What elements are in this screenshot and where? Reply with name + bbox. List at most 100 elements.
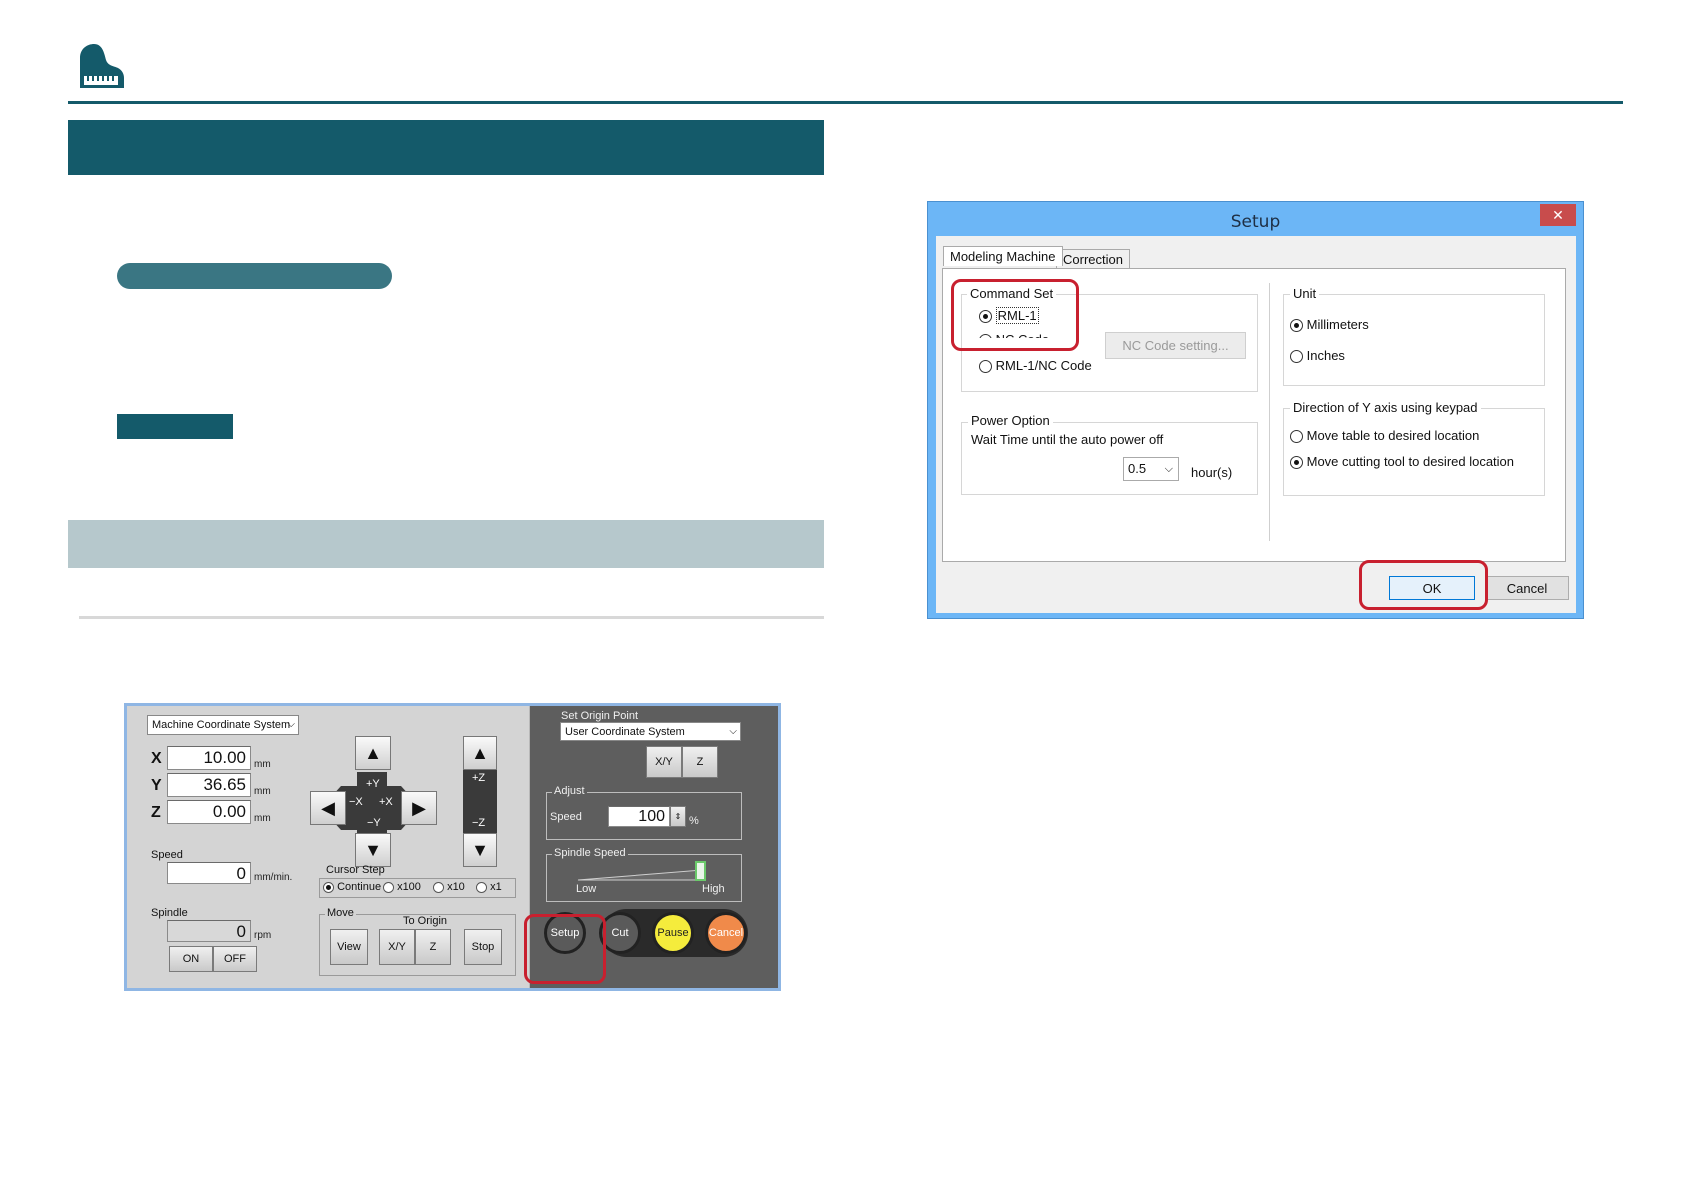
to-origin-label: To Origin — [403, 915, 448, 927]
axis-z-label: Z — [151, 804, 161, 821]
chevron-down-icon: ⌵ — [1164, 463, 1173, 475]
radio-icon — [979, 360, 992, 374]
adjust-speed-label: Speed — [550, 811, 582, 823]
chevron-down-icon: ⌵ — [287, 719, 295, 730]
axis-y-unit: mm — [254, 786, 271, 797]
jog-down-arrow-icon[interactable]: ▼ — [355, 833, 391, 867]
radio-icon — [1290, 430, 1303, 444]
power-option-title: Power Option — [968, 413, 1053, 428]
spindle-speed-slider[interactable] — [578, 860, 710, 884]
vertical-divider — [1269, 283, 1270, 541]
pause-button[interactable]: Pause — [652, 912, 694, 954]
direction-tool-radio[interactable]: Move cutting tool to desired location — [1290, 454, 1515, 470]
radio-selected-icon — [1290, 319, 1303, 333]
dialog-title: Setup — [1230, 212, 1281, 232]
spindle-unit: rpm — [254, 930, 272, 941]
section-bar — [68, 520, 824, 568]
spindle-off-button[interactable]: OFF — [213, 946, 257, 972]
plus-z-label: +Z — [472, 772, 486, 784]
origin-xy-button[interactable]: X/Y — [646, 746, 682, 778]
jog-right-arrow-icon[interactable]: ▶ — [401, 791, 437, 825]
direction-group — [1283, 408, 1545, 496]
cancel-dialog-button[interactable]: Cancel — [1485, 576, 1569, 600]
header-rule — [68, 101, 1623, 104]
note-tag — [117, 414, 233, 439]
move-view-button[interactable]: View — [330, 929, 368, 965]
move-xy-button[interactable]: X/Y — [379, 929, 415, 965]
unit-millimeters-radio[interactable]: Millimeters — [1290, 317, 1369, 333]
direction-tool-label: Move cutting tool to desired location — [1306, 454, 1515, 469]
cursor-step-continue-label: Continue — [337, 881, 382, 893]
unit-group — [1283, 294, 1545, 386]
origin-z-button[interactable]: Z — [682, 746, 718, 778]
tab-correction[interactable]: Correction — [1056, 249, 1130, 269]
move-stop-button[interactable]: Stop — [464, 929, 502, 965]
axis-z-unit: mm — [254, 813, 271, 824]
command-rml1-nc-label: RML-1/NC Code — [995, 358, 1092, 373]
unit-inches-radio[interactable]: Inches — [1290, 348, 1345, 364]
cursor-step-continue[interactable]: Continue — [323, 881, 381, 893]
grand-piano-logo-icon — [78, 44, 124, 88]
low-label: Low — [576, 883, 597, 895]
cursor-step-x100-label: x100 — [397, 881, 421, 893]
plus-y-label: +Y — [366, 778, 380, 790]
cursor-step-x1-label: x1 — [490, 881, 502, 893]
z-down-arrow-icon[interactable]: ▼ — [463, 833, 497, 867]
cursor-step-x100[interactable]: x100 — [383, 881, 421, 893]
adjust-group-title: Adjust — [552, 785, 587, 797]
highlight-ok — [1359, 560, 1488, 610]
spindle-speed-title: Spindle Speed — [552, 847, 628, 859]
speed-stepper-icon[interactable]: ⇕ — [670, 806, 686, 827]
z-up-arrow-icon[interactable]: ▲ — [463, 736, 497, 770]
radio-icon — [433, 881, 444, 893]
jog-up-arrow-icon[interactable]: ▲ — [355, 736, 391, 770]
axis-y-label: Y — [151, 777, 162, 794]
axis-x-value: 10.00 — [167, 746, 251, 770]
adjust-speed-value[interactable]: 100 — [608, 806, 670, 827]
high-label: High — [702, 883, 725, 895]
cursor-step-x10-label: x10 — [447, 881, 465, 893]
subheading-pill — [117, 263, 392, 289]
tab-modeling-machine[interactable]: Modeling Machine — [943, 246, 1063, 266]
spindle-on-button[interactable]: ON — [169, 946, 213, 972]
direction-table-radio[interactable]: Move table to desired location — [1290, 428, 1480, 444]
radio-selected-icon — [1290, 456, 1303, 470]
cancel-button[interactable]: Cancel — [705, 912, 747, 954]
command-rml1-nc-radio[interactable]: RML-1/NC Code — [979, 358, 1092, 374]
unit-millimeters-label: Millimeters — [1306, 317, 1369, 332]
wait-time-value: 0.5 — [1128, 461, 1147, 476]
radio-selected-icon — [323, 881, 334, 893]
axis-y-value: 36.65 — [167, 773, 251, 797]
set-origin-label: Set Origin Point — [561, 710, 639, 722]
speed-label: Speed — [151, 849, 183, 861]
move-z-button[interactable]: Z — [415, 929, 451, 965]
minus-z-label: −Z — [472, 817, 486, 829]
plus-x-label: +X — [379, 796, 393, 808]
jog-left-arrow-icon[interactable]: ◀ — [310, 791, 346, 825]
chevron-down-icon: ⌵ — [729, 726, 737, 737]
unit-inches-label: Inches — [1306, 348, 1345, 363]
wait-time-select[interactable]: 0.5 ⌵ — [1123, 457, 1179, 481]
spindle-value: 0 — [167, 920, 251, 942]
origin-system-select[interactable]: User Coordinate System ⌵ — [560, 722, 741, 741]
setup-dialog: Setup ✕ Modeling Machine Correction Comm… — [927, 201, 1584, 619]
radio-icon — [383, 881, 394, 893]
nc-code-setting-button[interactable]: NC Code setting... — [1105, 332, 1246, 359]
direction-table-label: Move table to desired location — [1306, 428, 1480, 443]
cursor-step-x1[interactable]: x1 — [476, 881, 502, 893]
radio-icon — [476, 881, 487, 893]
adjust-speed-unit: % — [689, 815, 699, 827]
coordinate-system-select[interactable]: Machine Coordinate System ⌵ — [147, 715, 299, 735]
cursor-step-label: Cursor Step — [326, 864, 385, 876]
cursor-step-x10[interactable]: x10 — [433, 881, 465, 893]
coordinate-system-value: Machine Coordinate System — [152, 719, 291, 731]
move-group-title: Move — [325, 907, 356, 919]
axis-z-value: 0.00 — [167, 800, 251, 824]
highlight-setup — [524, 914, 606, 984]
axis-x-label: X — [151, 750, 162, 767]
wait-time-unit: hour(s) — [1191, 465, 1233, 480]
radio-icon — [1290, 350, 1303, 364]
close-icon[interactable]: ✕ — [1540, 204, 1576, 226]
page-title-bar — [68, 120, 824, 175]
speed-unit: mm/min. — [254, 872, 293, 883]
